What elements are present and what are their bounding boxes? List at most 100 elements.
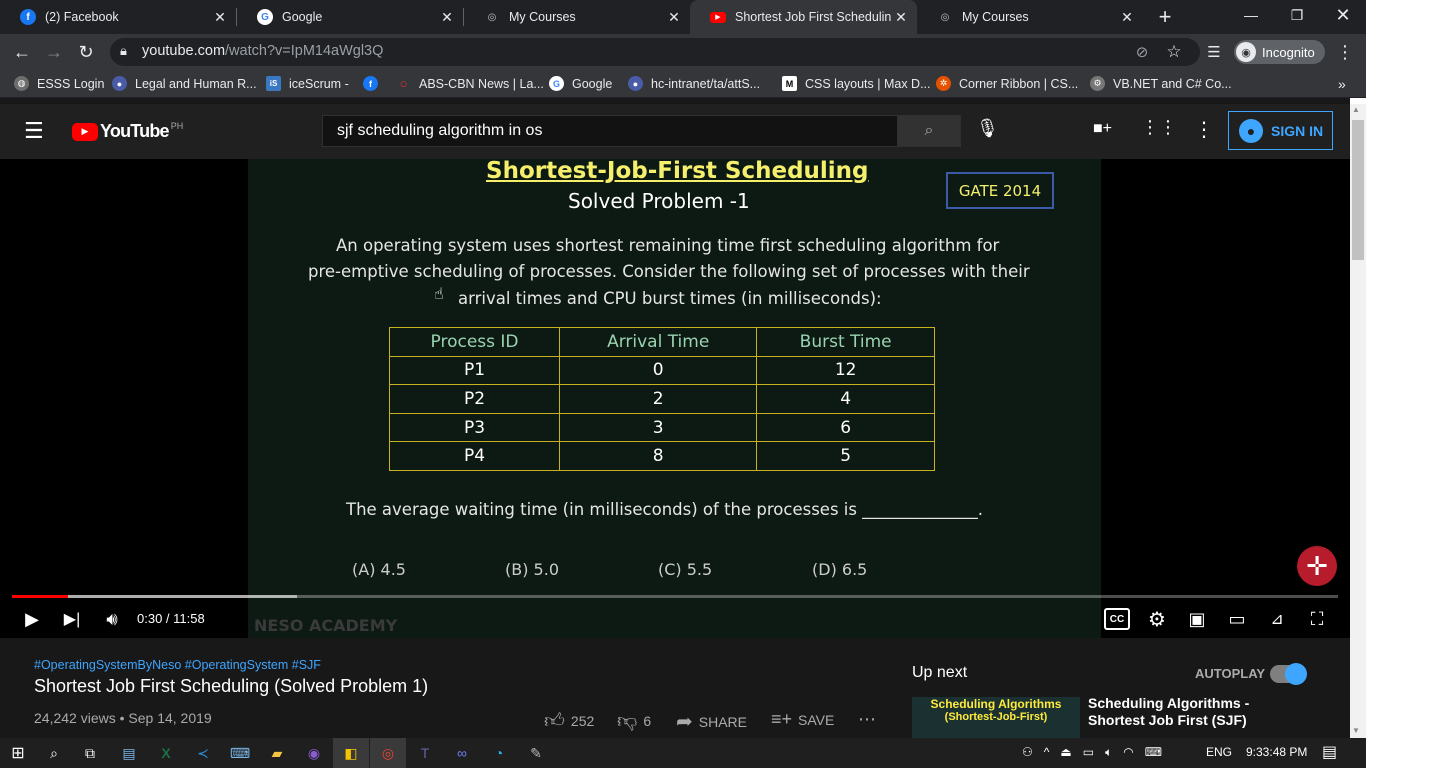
search-input[interactable]: sjf scheduling algorithm in os (322, 115, 898, 147)
search-icon: ⌕ (924, 122, 934, 139)
problem-line-1: An operating system uses shortest remain… (336, 236, 1000, 255)
bookmark-corner-ribbon[interactable]: ✲ Corner Ribbon | CS... (936, 69, 1078, 98)
header-cell: Burst Time (756, 327, 935, 357)
table-cell: 3 (559, 412, 758, 443)
site-icon: ● (112, 76, 127, 91)
tab-my-courses[interactable]: ◎ My Courses ✕ (464, 0, 690, 34)
eye-off-icon[interactable]: ⊘ (1128, 38, 1156, 66)
autoplay-label: AUTOPLAY (1195, 666, 1266, 681)
youtube-logo[interactable]: ▶ YouTube PH (72, 121, 183, 142)
dislike-button[interactable]: 👎︎ 6 (617, 709, 651, 733)
windows-start-icon[interactable]: ⊞ (0, 738, 36, 768)
settings-gear-icon[interactable]: ⚙ (1144, 606, 1170, 632)
notifications-icon[interactable]: ▤ (1322, 742, 1337, 762)
incognito-badge[interactable]: ◉ Incognito (1234, 40, 1325, 64)
notepad-icon[interactable]: ▤ (111, 738, 147, 768)
paint-icon[interactable]: ✎ (518, 738, 554, 768)
close-icon[interactable]: ✕ (891, 9, 911, 26)
like-button[interactable]: 👍︎ 252 (544, 709, 594, 733)
kebab-menu-icon[interactable]: ⋮ (1331, 38, 1359, 66)
bookmark-esss-login[interactable]: ◍ ESSS Login (14, 69, 104, 98)
tab-facebook[interactable]: f (2) Facebook ✕ (0, 0, 236, 34)
table-row: P1 0 12 (388, 355, 935, 386)
bookmark-label: Legal and Human R... (135, 76, 257, 91)
battery-icon[interactable]: ▭ (1083, 745, 1094, 760)
bookmark-css-layouts[interactable]: M CSS layouts | Max D... (782, 69, 931, 98)
speaker-icon[interactable]: 🔈︎ (1105, 745, 1112, 760)
tab-youtube-active[interactable]: ▶ Shortest Job First Scheduling (S ✕ (690, 0, 917, 34)
teams-icon[interactable]: T (407, 738, 443, 768)
recommended-title[interactable]: Scheduling Algorithms - Shortest Job Fir… (1088, 695, 1249, 729)
bookmark-abs-cbn[interactable]: ○ ABS-CBN News | La... (396, 69, 544, 98)
volume-icon[interactable]: 🔊︎ (98, 606, 126, 632)
edge-icon[interactable]: ◔ (481, 738, 517, 768)
search-button[interactable]: ⌕ (897, 115, 961, 147)
vscode-icon[interactable]: ≺ (185, 738, 221, 768)
restore-button[interactable]: ❐ (1274, 0, 1320, 30)
neso-logo-icon[interactable]: ✛ (1297, 546, 1337, 586)
file-explorer-icon[interactable]: ▰ (259, 738, 295, 768)
close-window-button[interactable]: ✕ (1320, 0, 1366, 30)
task-view-icon[interactable]: ⧉ (72, 738, 108, 768)
lock-icon[interactable]: 🔒︎ (120, 43, 127, 59)
more-actions-icon[interactable]: ⋯ (858, 709, 876, 730)
search-icon[interactable]: ⌕ (36, 738, 72, 768)
wifi-icon[interactable]: ◠ (1123, 745, 1133, 760)
minimize-button[interactable]: — (1228, 0, 1274, 30)
theater-mode-icon[interactable]: ▭ (1224, 606, 1250, 632)
sign-in-button[interactable]: ● SIGN IN (1228, 111, 1333, 150)
tab-google[interactable]: G Google ✕ (237, 0, 463, 34)
recommended-thumbnail[interactable]: Scheduling Algorithms (Shortest-Job-Firs… (912, 697, 1080, 738)
usb-icon[interactable]: ⏏ (1060, 745, 1071, 760)
sticky-notes-icon[interactable]: ◧ (333, 738, 369, 768)
keyboard-icon[interactable]: ⌨ (222, 738, 258, 768)
vpn-icon[interactable]: ∞ (444, 738, 480, 768)
more-bookmarks-icon[interactable]: » (1338, 69, 1346, 98)
people-icon[interactable]: ⚇ (1022, 745, 1033, 760)
close-icon[interactable]: ✕ (1117, 9, 1137, 26)
next-icon[interactable]: ▶| (58, 606, 86, 632)
excel-icon[interactable]: X (148, 738, 184, 768)
scrollbar-thumb[interactable] (1352, 120, 1364, 260)
create-video-icon[interactable]: ■+ (1093, 120, 1112, 138)
autoplay-toggle-knob[interactable] (1285, 663, 1307, 685)
apps-grid-icon[interactable]: ⋮⋮ (1141, 117, 1177, 138)
new-tab-button[interactable]: + (1153, 4, 1177, 30)
back-icon[interactable]: ← (8, 38, 36, 66)
fullscreen-icon[interactable]: ⛶ (1304, 606, 1330, 632)
keyboard-tray-icon[interactable]: ⌨ (1145, 745, 1162, 760)
scroll-up-icon[interactable]: ▲ (1352, 105, 1360, 114)
thumbnail-subtitle: (Shortest-Job-First) (944, 711, 1048, 723)
bookmark-vbnet[interactable]: ⚙ VB.NET and C# Co... (1090, 69, 1232, 98)
hamburger-menu-icon[interactable]: ☰ (24, 118, 44, 144)
miniplayer-icon[interactable]: ▣ (1184, 606, 1210, 632)
forward-icon[interactable]: → (40, 38, 68, 66)
chevron-up-icon[interactable]: ^ (1044, 745, 1050, 760)
microphone-icon[interactable]: 🎙︎ (976, 118, 999, 139)
reload-icon[interactable]: ↻ (72, 38, 100, 66)
viber-icon[interactable]: ◉ (296, 738, 332, 768)
bookmark-google[interactable]: G Google (549, 69, 612, 98)
save-button[interactable]: ≡+ SAVE (771, 709, 834, 730)
table-cell: 8 (559, 441, 758, 471)
taskbar-clock[interactable]: 9:33:48 PM (1246, 745, 1307, 759)
play-icon[interactable]: ▶ (18, 606, 46, 632)
cast-icon[interactable]: ⊿ (1264, 606, 1290, 632)
bookmark-icescrum[interactable]: iS iceScrum - (266, 69, 349, 98)
captions-icon[interactable]: CC (1104, 608, 1130, 630)
close-icon[interactable]: ✕ (210, 9, 230, 26)
tab-my-courses-2[interactable]: ◎ My Courses ✕ (917, 0, 1143, 34)
share-button[interactable]: ➦ SHARE (676, 709, 747, 734)
chrome-icon[interactable]: ◎ (370, 738, 406, 768)
media-control-icon[interactable]: ☰ (1200, 38, 1228, 66)
hashtags[interactable]: #OperatingSystemByNeso #OperatingSystem … (34, 658, 321, 672)
bookmark-facebook[interactable]: f (363, 69, 386, 98)
close-icon[interactable]: ✕ (664, 9, 684, 26)
bookmark-legal[interactable]: ● Legal and Human R... (112, 69, 257, 98)
scroll-down-icon[interactable]: ▼ (1352, 726, 1360, 735)
settings-menu-icon[interactable]: ⋮ (1194, 117, 1214, 142)
language-indicator[interactable]: ENG (1206, 745, 1232, 759)
star-icon[interactable]: ☆ (1160, 38, 1188, 66)
close-icon[interactable]: ✕ (437, 9, 457, 26)
bookmark-hc-intranet[interactable]: ● hc-intranet/ta/attS... (628, 69, 760, 98)
